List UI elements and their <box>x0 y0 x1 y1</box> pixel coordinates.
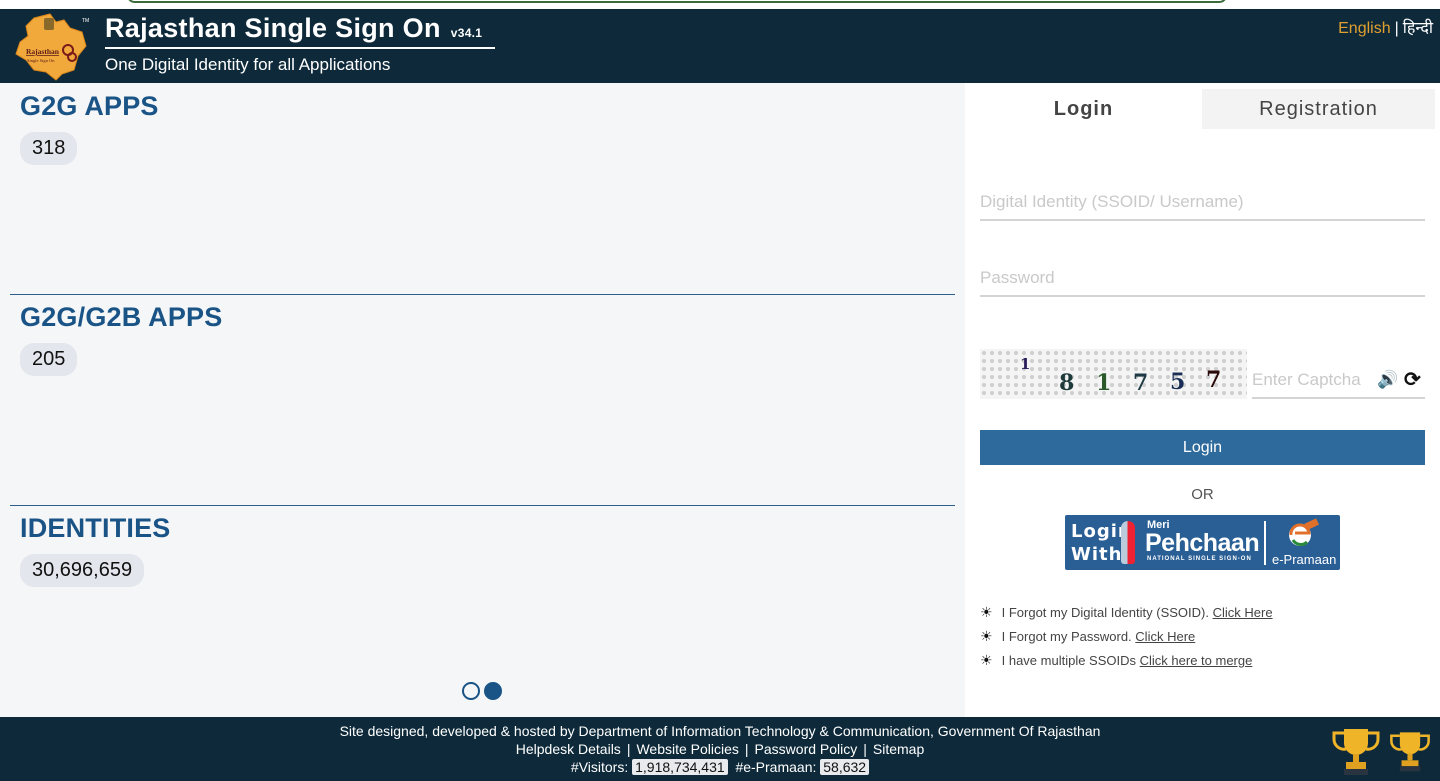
footer-link-separator: | <box>744 741 749 757</box>
bullet-sun-icon: ☀ <box>980 652 993 668</box>
bullet-sun-icon: ☀ <box>980 628 993 644</box>
stat-heading: G2G APPS <box>20 91 159 121</box>
epramaan-label: e-Pramaan <box>1272 552 1337 567</box>
forgot-ssoid-link[interactable]: Click Here <box>1213 605 1273 620</box>
top-banner-edge <box>127 0 1227 3</box>
svg-text:Rajasthan: Rajasthan <box>26 47 60 56</box>
trophy-icon[interactable] <box>1330 725 1382 777</box>
bullet-sun-icon: ☀ <box>980 604 993 620</box>
merge-ssoids-link[interactable]: Click here to merge <box>1140 653 1253 668</box>
stat-heading: G2G/G2B APPS <box>20 302 223 332</box>
section-divider <box>10 505 955 506</box>
tab-login[interactable]: Login <box>965 89 1202 129</box>
epramaan-logo-icon <box>1289 518 1319 546</box>
stat-g2g-g2b-apps: G2G/G2B APPS 205 <box>10 302 955 376</box>
browser-top-strip <box>0 0 1440 9</box>
site-footer: Site designed, developed & hosted by Dep… <box>0 717 1440 781</box>
help-merge-ssoids: ☀ I have multiple SSOIDs Click here to m… <box>980 652 1252 669</box>
help-text: I Forgot my Password. <box>1001 629 1132 644</box>
header-title-block: Rajasthan Single Sign On v34.1 One Digita… <box>105 13 495 75</box>
captcha-input[interactable] <box>1252 363 1425 399</box>
help-text: I Forgot my Digital Identity (SSOID). <box>1001 605 1209 620</box>
captcha-char: 7 <box>1206 367 1222 393</box>
footer-link-separator: | <box>626 741 631 757</box>
help-text: I have multiple SSOIDs <box>1001 653 1137 668</box>
login-panel: Login Registration 1 8 1 7 5 7 🔊 ⟳ Login… <box>965 83 1440 717</box>
carousel-dot-1[interactable] <box>462 682 480 700</box>
visitors-label: #Visitors: <box>570 759 629 775</box>
svg-text:TM: TM <box>82 18 89 24</box>
epramaan-pehchaan: Pehchaan <box>1145 529 1260 557</box>
stat-count-badge: 205 <box>20 343 78 376</box>
section-divider <box>10 294 955 295</box>
website-policies-link[interactable]: Website Policies <box>636 741 738 757</box>
rajasthan-sso-logo[interactable]: Rajasthan Single Sign On TM <box>12 12 92 82</box>
stat-count-badge: 30,696,659 <box>20 554 145 587</box>
captcha-char: 7 <box>1133 370 1149 396</box>
password-input[interactable] <box>980 261 1425 297</box>
site-header: Rajasthan Single Sign On TM Rajasthan Si… <box>0 9 1440 83</box>
language-english-link[interactable]: English <box>1338 20 1390 37</box>
password-policy-link[interactable]: Password Policy <box>755 741 858 757</box>
carousel-indicators <box>462 682 502 700</box>
footer-counters: #Visitors: 1,918,734,431 #e-Pramaan: 58,… <box>0 759 1440 775</box>
carousel-dot-2-active[interactable] <box>484 682 502 700</box>
captcha-image: 1 8 1 7 5 7 <box>980 349 1247 399</box>
footer-credits: Site designed, developed & hosted by Dep… <box>339 723 1101 739</box>
footer-links: Helpdesk Details | Website Policies | Passwo… <box>0 741 1440 757</box>
login-button[interactable]: Login <box>980 430 1425 465</box>
language-switcher: English | हिन्दी <box>1338 16 1433 38</box>
language-hindi-link[interactable]: हिन्दी <box>1403 20 1433 37</box>
tab-registration[interactable]: Registration <box>1202 89 1435 129</box>
site-subtitle: One Digital Identity for all Application… <box>105 55 391 74</box>
forgot-password-link[interactable]: Click Here <box>1135 629 1195 644</box>
captcha-char: 1 <box>1020 355 1031 373</box>
or-separator: OR <box>1191 486 1214 503</box>
epramaan-divider <box>1264 521 1266 565</box>
stat-identities: IDENTITIES 30,696,659 <box>10 513 955 587</box>
captcha-char: 8 <box>1059 370 1075 396</box>
title-underline <box>105 47 495 49</box>
stat-count-badge: 318 <box>20 132 78 165</box>
epramaan-count: 58,632 <box>820 759 870 775</box>
stats-carousel: G2G APPS 318 G2G/G2B APPS 205 IDENTITIES… <box>0 83 965 717</box>
captcha-char: 1 <box>1096 370 1112 396</box>
svg-text:Single Sign On: Single Sign On <box>27 58 55 63</box>
captcha-char: 5 <box>1170 369 1186 395</box>
meri-pehchaan-figure-icon <box>1121 521 1135 564</box>
site-title-text: Rajasthan Single Sign On <box>105 13 441 43</box>
stat-heading: IDENTITIES <box>20 513 171 543</box>
audio-captcha-speaker-icon[interactable]: 🔊 <box>1377 370 1398 390</box>
ssoid-input[interactable] <box>980 185 1425 221</box>
trophy-icon[interactable] <box>1388 728 1432 774</box>
footer-link-separator: | <box>863 741 867 757</box>
help-forgot-ssoid: ☀ I Forgot my Digital Identity (SSOID). … <box>980 604 1273 621</box>
help-forgot-password: ☀ I Forgot my Password. Click Here <box>980 628 1195 645</box>
helpdesk-details-link[interactable]: Helpdesk Details <box>516 741 621 757</box>
stat-g2g-apps: G2G APPS 318 <box>10 91 955 165</box>
version-label: v34.1 <box>450 26 483 40</box>
epramaan-login-button[interactable]: Login With Meri Pehchaan NATIONAL SINGLE … <box>1065 515 1340 570</box>
epramaan-count-label: #e-Pramaan: <box>735 759 817 775</box>
visitors-count: 1,918,734,431 <box>632 759 728 775</box>
refresh-captcha-icon[interactable]: ⟳ <box>1404 367 1421 392</box>
language-separator: | <box>1394 20 1399 37</box>
site-title: Rajasthan Single Sign On v34.1 <box>105 13 495 44</box>
epramaan-national-sso: NATIONAL SINGLE SIGN-ON <box>1147 556 1252 562</box>
sitemap-link[interactable]: Sitemap <box>873 741 924 757</box>
